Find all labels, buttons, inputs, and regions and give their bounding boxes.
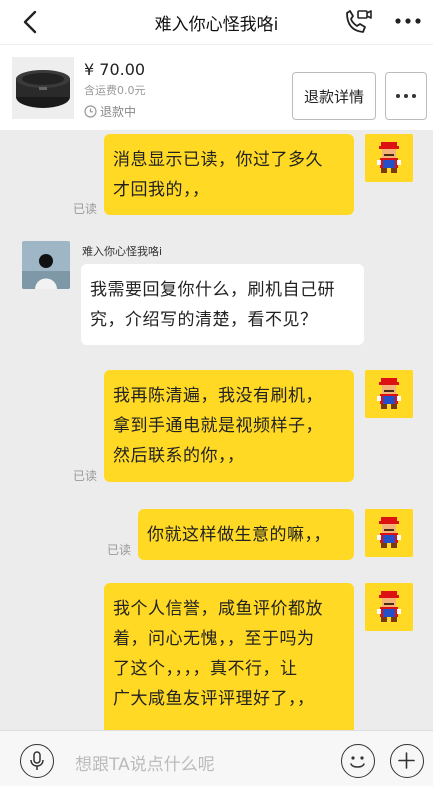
message-line: 你就这样做生意的嘛，， [147, 525, 331, 545]
mario-avatar-icon [365, 509, 413, 557]
message-line: 我个人信誉，咸鱼评价都放 [113, 599, 323, 619]
my-avatar[interactable] [365, 509, 413, 557]
mario-avatar-icon [365, 583, 413, 631]
clock-icon [84, 105, 97, 118]
message-line: 了这个，，，，真不行，让 [113, 659, 298, 679]
message-line: 消息显示已读，你过了多久 [113, 150, 323, 170]
mario-avatar-icon [365, 134, 413, 182]
message-bubble-sent[interactable]: 你就这样做生意的嘛，， [138, 509, 354, 560]
refund-details-button[interactable]: 退款详情 [292, 72, 376, 120]
message-line: 广大咸鱼友评评理好了，， [113, 689, 315, 709]
smiley-icon [350, 756, 365, 768]
message-line: 着，问心无愧，，至于吗为 [113, 629, 315, 649]
message-bubble-sent[interactable]: 我个人信誉，咸鱼评价都放 着，问心无愧，，至于吗为 了这个，，，，真不行，让 广… [104, 583, 354, 735]
read-receipt: 已读 [107, 543, 132, 557]
message-line: 我需要回复你什么，刷机自己研 [90, 280, 335, 300]
product-card[interactable]: ¥ 70.00 含运费0.0元 退款中 退款详情 [0, 44, 433, 130]
message-input[interactable]: 想跟TA说点什么呢 [75, 750, 215, 775]
emoji-button[interactable] [341, 744, 375, 778]
chat-screen: 难入你心怪我咯i ¥ 70.00 含运费0.0元 退款中 退款详情 已读 消息显… [0, 0, 433, 786]
message-line: 才回我的，， [113, 180, 210, 200]
my-avatar[interactable] [365, 583, 413, 631]
read-receipt: 已读 [73, 469, 98, 483]
call-button[interactable] [341, 7, 373, 37]
refund-status: 退款中 [84, 103, 136, 120]
product-image[interactable] [12, 57, 74, 119]
message-line: 拿到手通电就是视频样子， [113, 416, 323, 436]
plus-icon [398, 752, 415, 769]
voice-button[interactable] [20, 744, 54, 778]
contact-avatar[interactable] [22, 241, 70, 289]
message-input-bar: 想跟TA说点什么呢 [0, 730, 433, 786]
message-bubble-sent[interactable]: 我再陈清遍，我没有刷机， 拿到手通电就是视频样子， 然后联系的你，， [104, 370, 354, 482]
more-dots-icon [395, 18, 421, 24]
more-dots-icon [396, 94, 416, 98]
add-attachment-button[interactable] [390, 744, 424, 778]
mario-avatar-icon [365, 370, 413, 418]
robot-vacuum-image [12, 57, 74, 119]
message-line: 然后联系的你，， [113, 446, 245, 466]
message-bubble-sent[interactable]: 消息显示已读，你过了多久 才回我的，， [104, 134, 354, 215]
product-price: ¥ 70.00 [84, 60, 146, 79]
message-bubble-received[interactable]: 我需要回复你什么，刷机自己研 究，介绍写的清楚，看不见？ [81, 264, 364, 345]
phone-video-icon [346, 10, 372, 33]
my-avatar[interactable] [365, 370, 413, 418]
message-line: 我再陈清遍，我没有刷机， [113, 386, 323, 406]
my-avatar[interactable] [365, 134, 413, 182]
read-receipt: 已读 [73, 202, 98, 216]
message-line: 究，介绍写的清楚，看不见？ [90, 310, 318, 330]
sender-name: 难入你心怪我咯i [82, 245, 163, 258]
refund-status-label: 退款中 [100, 105, 137, 119]
contact-photo [22, 241, 70, 289]
shipping-fee: 含运费0.0元 [84, 84, 146, 97]
more-menu-button[interactable] [392, 9, 424, 33]
top-bar: 难入你心怪我咯i [0, 0, 433, 44]
microphone-icon [30, 751, 44, 770]
product-more-button[interactable] [385, 72, 427, 120]
